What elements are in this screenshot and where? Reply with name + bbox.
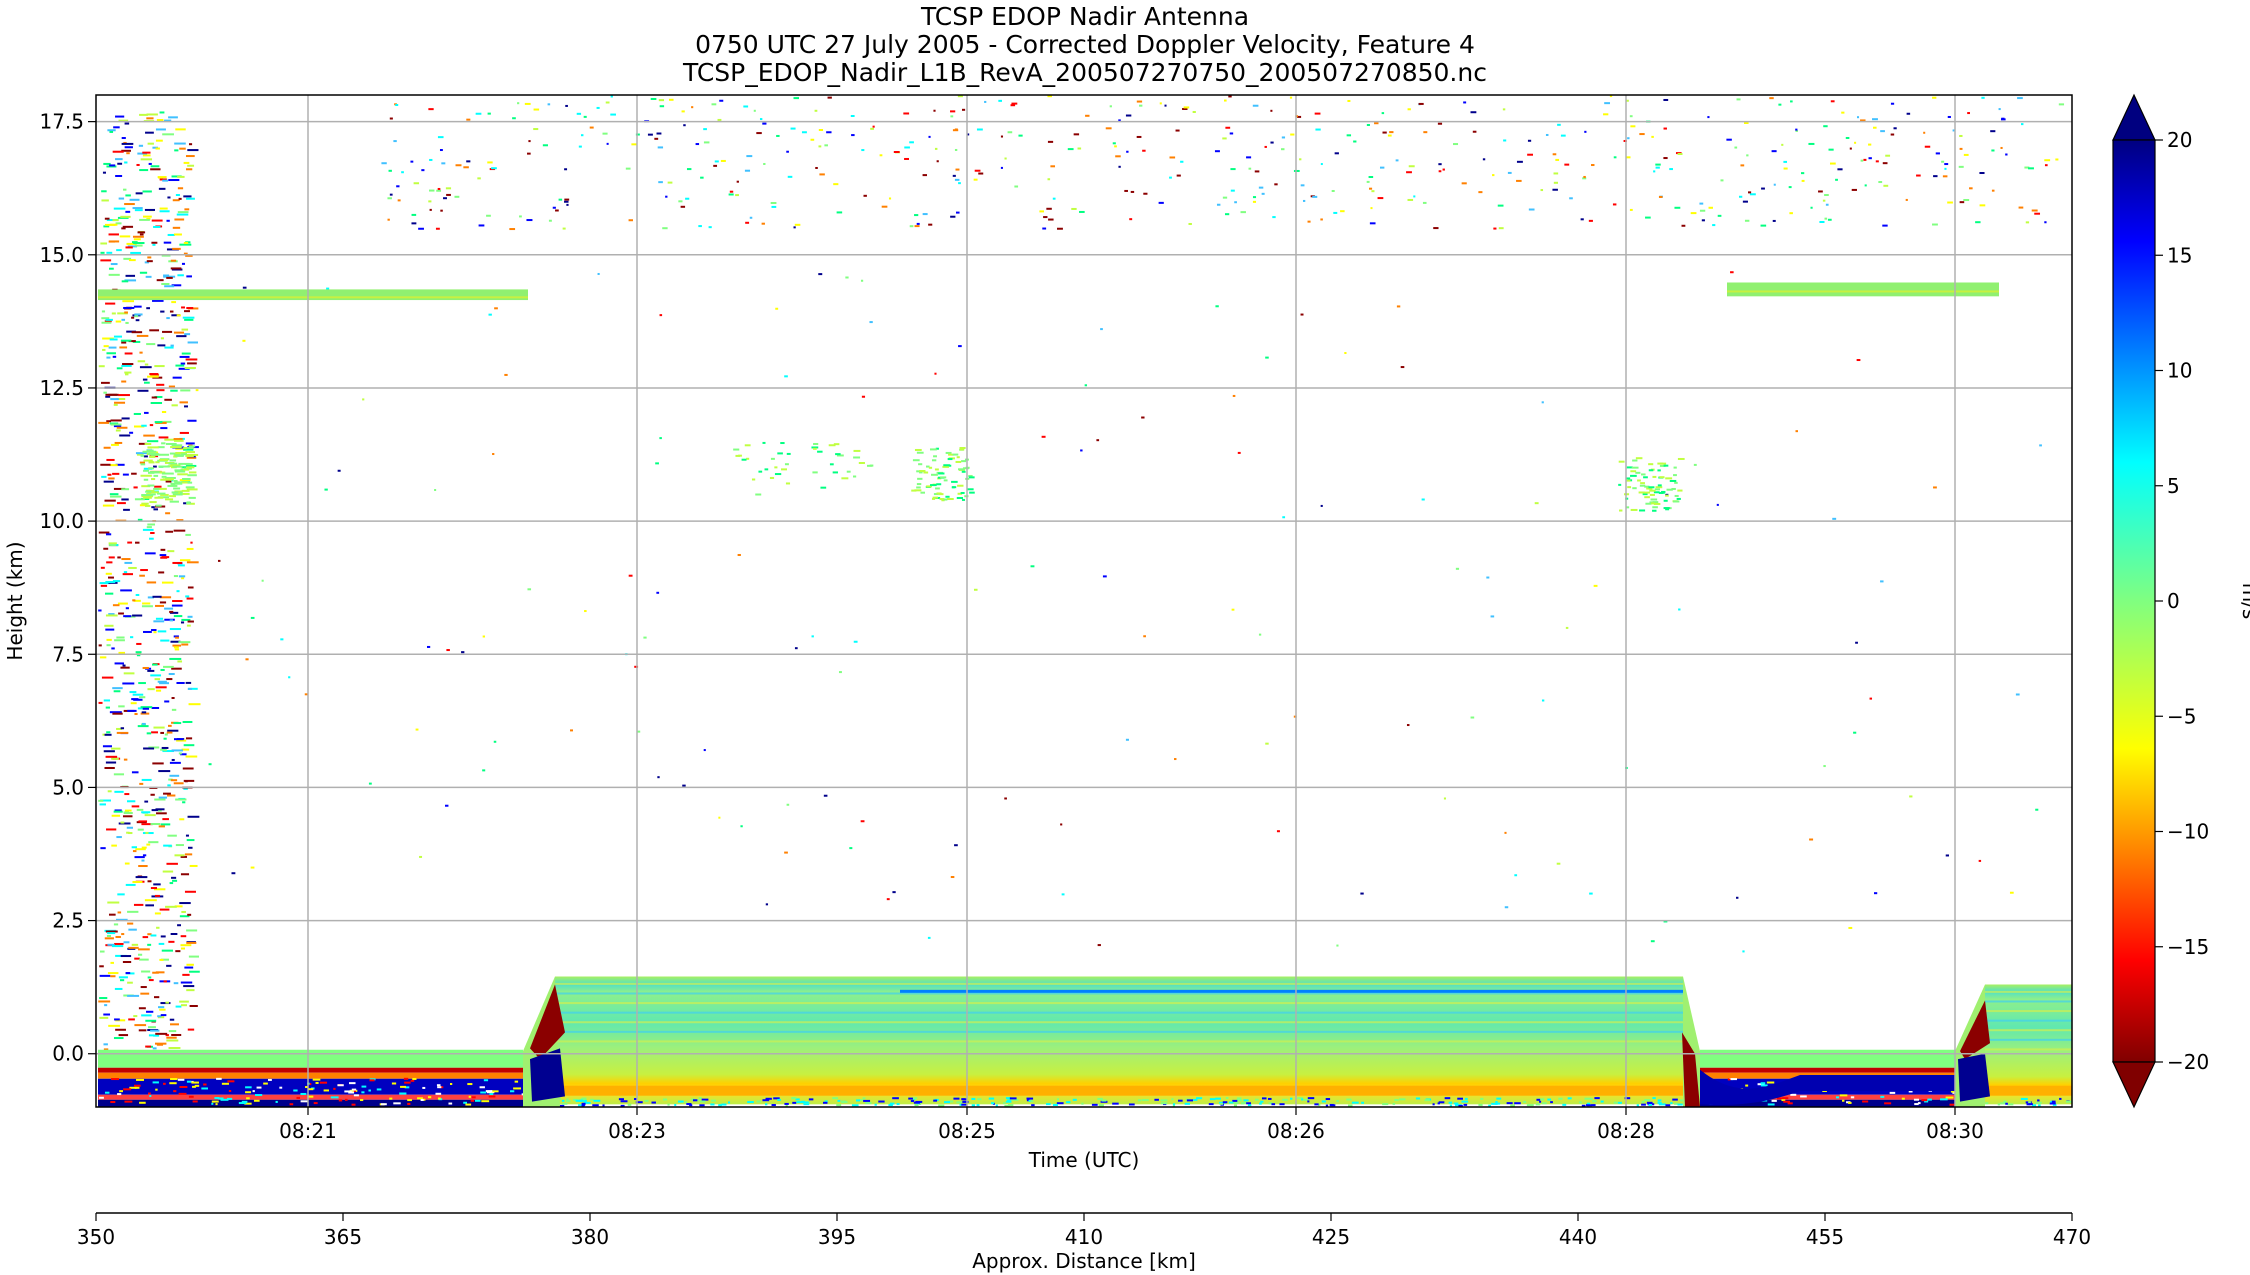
x-tick-label: 08:23: [608, 1119, 666, 1143]
distance-tick-label: 365: [324, 1225, 362, 1249]
x-tick-label: 08:26: [1267, 1119, 1325, 1143]
x-tick-label: 08:30: [1926, 1119, 1984, 1143]
distance-tick-label: 410: [1065, 1225, 1103, 1249]
colorbar-gradient: [2112, 139, 2156, 1063]
colorbar-extend-max: [2112, 93, 2156, 141]
figure: 17.515.012.510.07.55.02.50.0 08:21 08:23 0…: [3, 93, 2250, 1273]
distance-axis-label: Approx. Distance [km]: [972, 1249, 1196, 1273]
colorbar-tick-label: −20: [2167, 1050, 2209, 1074]
x-tick-label: 08:28: [1597, 1119, 1655, 1143]
y-tick-label: 7.5: [52, 642, 84, 666]
grid: [96, 95, 2072, 1107]
y-tick-label: 5.0: [52, 775, 84, 799]
y-tick-label: 17.5: [39, 110, 84, 134]
colorbar-label: m/s: [2238, 583, 2250, 620]
colorbar: 20 15 10 5 0 −5 −10 −15 −20 m/s: [2112, 93, 2250, 1109]
cirrus-layers: [98, 282, 1999, 301]
colorbar-tick-label: −5: [2167, 704, 2196, 728]
colorbar-tick-label: 20: [2167, 128, 2192, 152]
y-tick-label: 10.0: [39, 509, 84, 533]
colorbar-tick-label: 15: [2167, 243, 2192, 267]
plot-frame: [95, 94, 2073, 1108]
distance-tick-label: 470: [2053, 1225, 2091, 1249]
mid-level-echoes: [733, 441, 1685, 512]
y-tick-label: 12.5: [39, 376, 84, 400]
distance-tick-label: 455: [1806, 1225, 1844, 1249]
noise-specks: [190, 95, 2065, 953]
noise-column: [98, 111, 201, 1060]
colorbar-tick-label: −15: [2167, 935, 2209, 959]
x-tick-label: 08:21: [279, 1119, 337, 1143]
y-tick-label: 0.0: [52, 1042, 84, 1066]
x-tick-label: 08:25: [938, 1119, 996, 1143]
x-axis: 08:21 08:23 08:25 08:26 08:28 08:30: [279, 1107, 1984, 1143]
distance-tick-label: 425: [1312, 1225, 1350, 1249]
colorbar-tick-label: 5: [2167, 474, 2180, 498]
y-axis-label: Height (km): [3, 541, 27, 660]
colorbar-tick-label: 0: [2167, 589, 2180, 613]
y-tick-label: 2.5: [52, 909, 84, 933]
distance-tick-label: 380: [571, 1225, 609, 1249]
colorbar-tick-label: 10: [2167, 359, 2192, 383]
distance-tick-label: 350: [77, 1225, 115, 1249]
colorbar-extend-min: [2112, 1061, 2156, 1109]
distance-tick-label: 440: [1559, 1225, 1597, 1249]
radar-image: [98, 95, 2072, 1107]
y-tick-label: 15.0: [39, 243, 84, 267]
colorbar-tick-label: −10: [2167, 820, 2209, 844]
x-axis-label: Time (UTC): [1028, 1148, 1140, 1172]
distance-axis: 350 365 380 395 410 425 440 455 470: [77, 1212, 2091, 1249]
distance-tick-label: 395: [818, 1225, 856, 1249]
y-axis: 17.5 15.0 12.5 10.0 7.5 5.0 2.5 0.0: [39, 110, 96, 1066]
